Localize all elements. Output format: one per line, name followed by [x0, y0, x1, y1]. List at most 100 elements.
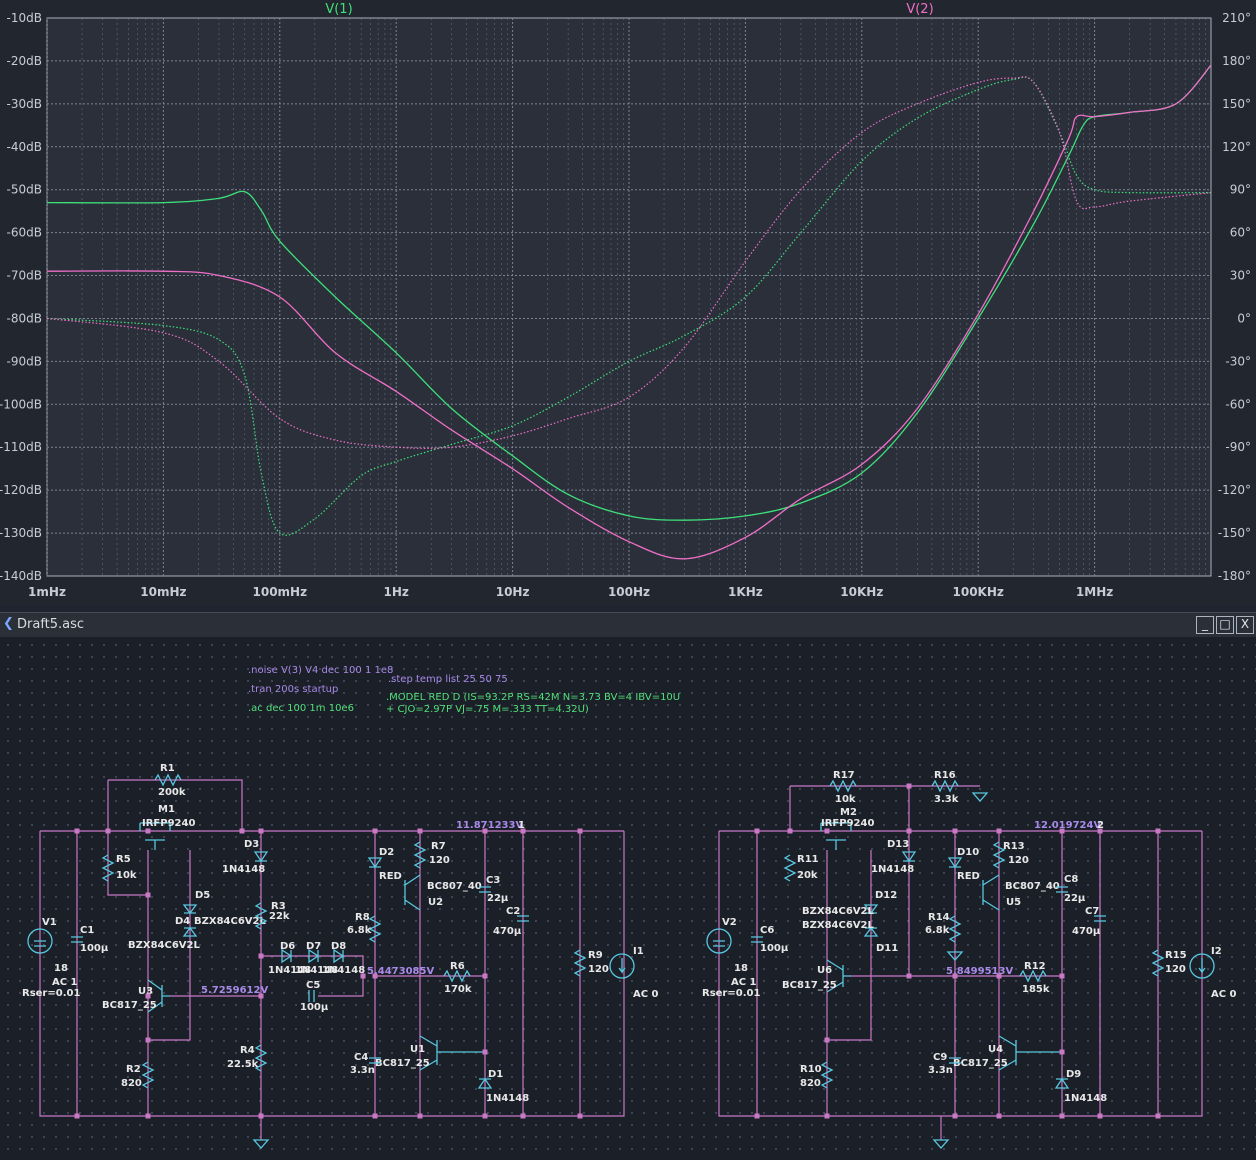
d5-value: BZX84C6V2L: [128, 940, 200, 951]
y-left-tick-label: -30dB: [7, 97, 42, 111]
u6-label: U6: [817, 965, 832, 976]
d3-label: D3: [244, 839, 259, 850]
schematic-icon: ❮: [3, 616, 14, 631]
transistor-u4[interactable]: [998, 1035, 1062, 1071]
r14-value: 6.8k: [925, 925, 950, 936]
u4-value: BC817_25: [953, 1058, 1008, 1069]
schematic-editor[interactable]: .noise V(3) V4 dec 100 1 1e8 .tran 200s …: [0, 637, 1256, 1160]
junction-dot: [145, 993, 151, 999]
junction-dot: [824, 1037, 830, 1043]
r12-label: R12: [1024, 961, 1046, 972]
r9-value: 120: [588, 964, 609, 975]
junction-dot: [824, 828, 830, 834]
transistor-u5[interactable]: [982, 874, 1000, 911]
step-directive[interactable]: .step temp list 25 50 75: [388, 674, 508, 685]
bode-plot[interactable]: -10dB -20dB -30dB -40dB -50dB -60dB -70dB -80dB…: [0, 0, 1256, 606]
r13-value: 120: [1008, 855, 1029, 866]
r7-label: R7: [431, 841, 446, 852]
junction-dot: [906, 973, 912, 979]
y-left-axis: -10dB -20dB -30dB -40dB -50dB -60dB -70dB -80dB…: [0, 11, 42, 583]
right-circuit-components[interactable]: R17 10k R16 3.3k M2 IRFP9240 R11 20k D13…: [702, 770, 1237, 1149]
y-right-tick-label: 0°: [1237, 311, 1251, 325]
c5-label: C5: [306, 980, 320, 991]
r8-label: R8: [355, 912, 370, 923]
junction-dot: [1097, 1113, 1103, 1119]
junction-dot: [1155, 1113, 1161, 1119]
y-left-tick-label: -90dB: [7, 354, 42, 368]
m1-label: M1: [158, 804, 175, 815]
u5-label: U5: [1006, 897, 1021, 908]
x-tick-label: 10Hz: [496, 585, 530, 599]
model-directive-line1[interactable]: .MODEL RED D (IS=93.2P RS=42M N=3.73 BV=…: [386, 692, 680, 703]
plot-area[interactable]: [46, 17, 1212, 577]
junction-dot: [482, 1049, 488, 1055]
c4-value: 3.3n: [350, 1065, 375, 1076]
c4-label: C4: [354, 1052, 368, 1063]
ac-directive[interactable]: .ac dec 100 1m 10e6: [248, 703, 354, 714]
y-left-tick-label: -70dB: [7, 269, 42, 283]
c1-value: 100µ: [80, 943, 109, 954]
model-directive-line2[interactable]: + CJO=2.97P VJ=.75 M=.333 TT=4.32U): [386, 704, 589, 715]
junction-dot: [258, 993, 264, 999]
v2-rser: Rser=0.01: [702, 988, 760, 999]
maximize-button[interactable]: □: [1216, 616, 1234, 634]
r15-label: R15: [1165, 950, 1187, 961]
minimize-button[interactable]: _: [1196, 616, 1214, 634]
r11-label: R11: [797, 854, 819, 865]
r9-label: R9: [588, 950, 603, 961]
d12-label: D12: [875, 890, 897, 901]
u6-value: BC817_25: [782, 980, 837, 991]
d11-label: D11: [876, 943, 898, 954]
close-button[interactable]: X: [1236, 616, 1254, 634]
junction-dot: [74, 828, 80, 834]
m2-label: M2: [840, 807, 857, 818]
junction-dot: [258, 953, 264, 959]
r7-value: 120: [429, 855, 450, 866]
r8-value: 6.8k: [347, 925, 372, 936]
trace-label-v2[interactable]: V(2): [906, 2, 933, 17]
y-left-tick-label: -120dB: [0, 483, 42, 497]
d2-value: RED: [379, 871, 402, 882]
r6-value: 170k: [444, 984, 472, 995]
current-source-i2-arrow: [1198, 958, 1206, 974]
d2-label: D2: [379, 847, 394, 858]
junction-dot: [372, 1113, 378, 1119]
d8-label: D8: [331, 941, 346, 952]
u1-value: BC817_25: [375, 1058, 430, 1069]
v2-ac: AC 1: [731, 977, 757, 988]
schematic-canvas[interactable]: .noise V(3) V4 dec 100 1 1e8 .tran 200s …: [0, 637, 1256, 1160]
noise-directive[interactable]: .noise V(3) V4 dec 100 1 1e8: [248, 665, 393, 676]
i2-value: AC 0: [1211, 989, 1237, 1000]
c3-value: 22µ: [487, 893, 509, 904]
junction-dot: [145, 828, 151, 834]
y-left-tick-label: -80dB: [7, 311, 42, 325]
transistor-u2[interactable]: [404, 874, 421, 911]
x-tick-label: 100Hz: [608, 585, 650, 599]
x-tick-label: 1mHz: [28, 585, 66, 599]
junction-dot: [482, 973, 488, 979]
v1-value: 18: [54, 963, 68, 974]
c7-label: C7: [1085, 906, 1099, 917]
tran-directive[interactable]: .tran 200s startup: [248, 684, 338, 695]
d10-label: D10: [957, 847, 979, 858]
y-left-tick-label: -40dB: [7, 140, 42, 154]
schematic-titlebar[interactable]: ❮ Draft5.asc _ □ X: [0, 612, 1256, 637]
c6-label: C6: [760, 925, 774, 936]
d4-label: D4: [175, 916, 190, 927]
capacitor-c5[interactable]: [308, 990, 315, 1002]
junction-dot: [952, 1113, 958, 1119]
junction-dot: [417, 828, 423, 834]
r17-value: 10k: [835, 794, 856, 805]
waveform-plot-pane[interactable]: -10dB -20dB -30dB -40dB -50dB -60dB -70dB -80dB…: [0, 0, 1256, 606]
d13-value: 1N4148: [871, 864, 914, 875]
y-left-tick-label: -100dB: [0, 397, 42, 411]
d11-value: BZX84C6V2L: [802, 920, 874, 931]
r12-value: 185k: [1022, 984, 1050, 995]
v1-label: V1: [42, 917, 57, 928]
trace-label-v1[interactable]: V(1): [325, 2, 352, 17]
i2-label: I2: [1211, 946, 1222, 957]
resistor-r11[interactable]: [783, 854, 797, 882]
m2-value: IRFP9240: [821, 818, 874, 829]
y-left-tick-label: -60dB: [7, 226, 42, 240]
junction-dot: [145, 1037, 151, 1043]
